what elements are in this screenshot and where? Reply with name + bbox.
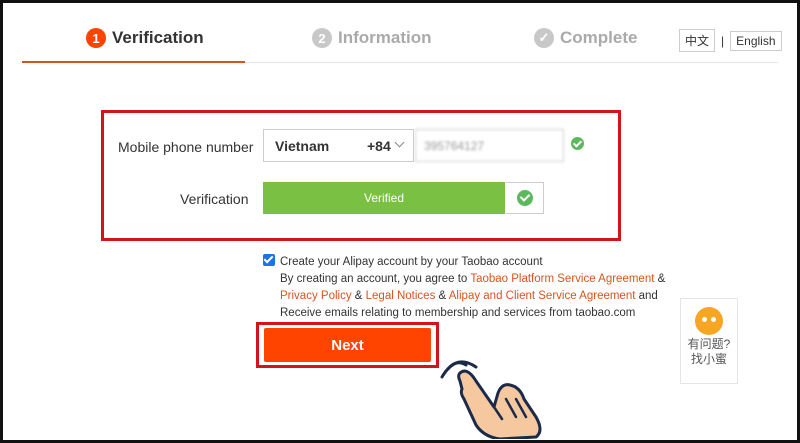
country-code: +84: [367, 137, 391, 154]
check-circle-icon: [571, 137, 584, 150]
check-icon: ✓: [534, 28, 554, 48]
agreement-text: Create your Alipay account by your Taoba…: [280, 254, 680, 322]
phone-input[interactable]: [415, 129, 564, 162]
step-verification: 1 Verification: [86, 28, 204, 48]
check-circle-icon: [516, 190, 533, 206]
agreement-prefix: By creating an account, you agree to: [280, 273, 471, 285]
step-label: Information: [338, 28, 432, 47]
help-line1: 有问题?: [687, 337, 731, 351]
privacy-policy-link[interactable]: Privacy Policy: [280, 290, 352, 302]
step-progress: 1 Verification 2 Information ✓ Complete: [22, 28, 672, 63]
step-complete: ✓ Complete: [534, 28, 637, 48]
agreement-amp: &: [654, 273, 666, 285]
step-number: 2: [312, 28, 332, 48]
agreement-line4: Receive emails relating to membership an…: [280, 307, 636, 319]
agreement-line3: Privacy Policy & Legal Notices & Alipay …: [280, 288, 680, 305]
agreement-and: and: [635, 290, 658, 302]
help-widget[interactable]: 有问题? 找小蜜: [680, 298, 738, 384]
agreement-line1: Create your Alipay account by your Taoba…: [280, 256, 543, 268]
phone-label: Mobile phone number: [118, 139, 254, 155]
step-active-underline: [22, 61, 245, 63]
lang-separator: |: [721, 33, 725, 48]
verification-status: [506, 182, 544, 214]
country-name: Vietnam: [275, 137, 330, 154]
help-line2: 找小蜜: [690, 352, 727, 366]
taobao-service-agreement-link[interactable]: Taobao Platform Service Agreement: [470, 273, 654, 285]
pointing-hand-icon: [440, 360, 542, 439]
alipay-service-agreement-link[interactable]: Alipay and Client Service Agreement: [449, 290, 636, 302]
chevron-down-icon: [394, 137, 405, 148]
agreement-amp: &: [435, 290, 449, 302]
lang-english-button[interactable]: English: [730, 30, 782, 51]
verification-slider-verified[interactable]: Verified: [263, 182, 505, 214]
agreement-amp: &: [351, 290, 366, 302]
verification-label: Verification: [180, 191, 249, 207]
next-button[interactable]: Next: [264, 328, 431, 362]
assistant-avatar-icon: [695, 307, 723, 335]
step-information: 2 Information: [312, 28, 432, 48]
legal-notices-link[interactable]: Legal Notices: [366, 290, 436, 302]
agreement-checkbox[interactable]: [263, 254, 275, 266]
country-select[interactable]: Vietnam +84: [263, 129, 414, 162]
step-label: Verification: [112, 28, 204, 47]
step-number: 1: [86, 28, 106, 48]
language-switcher: 中文 | English: [679, 29, 782, 52]
lang-chinese-button[interactable]: 中文: [679, 29, 716, 52]
step-label: Complete: [560, 28, 638, 47]
agreement-line2: By creating an account, you agree to Tao…: [280, 271, 680, 288]
